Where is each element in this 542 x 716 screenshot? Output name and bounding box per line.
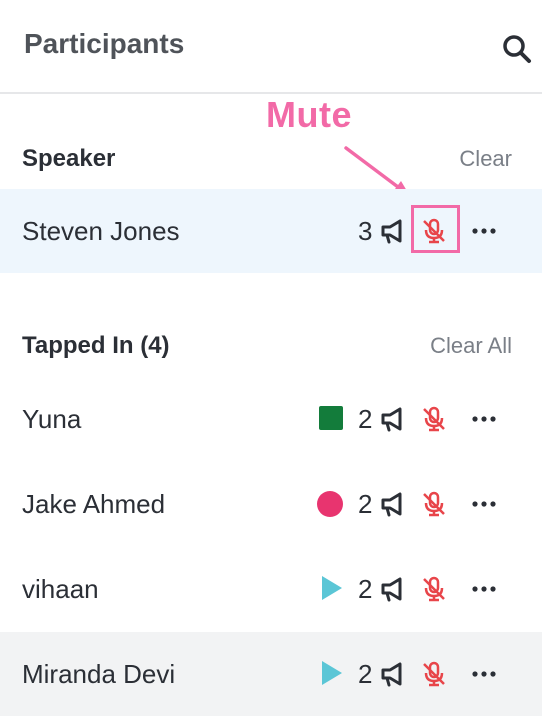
mic-muted-icon[interactable] [420, 575, 448, 603]
panel-title: Participants [24, 28, 185, 59]
more-options-icon[interactable] [470, 405, 498, 433]
megaphone-icon [381, 407, 402, 432]
teal-triangle-status-icon [322, 576, 342, 600]
hand-count: 2 [358, 574, 373, 604]
hand-count: 2 [358, 659, 373, 689]
teal-triangle-status-icon [322, 661, 342, 685]
participant-row[interactable]: Yuna 2 [0, 377, 542, 461]
clear-speaker-button[interactable]: Clear [459, 146, 512, 172]
more-options-icon[interactable] [470, 490, 498, 518]
clear-all-button[interactable]: Clear All [430, 333, 512, 359]
more-options-icon[interactable] [470, 660, 498, 688]
pink-circle-status-icon [317, 491, 343, 517]
mute-annotation-label: Mute [266, 94, 352, 135]
more-options-icon[interactable] [470, 217, 498, 245]
participant-name: Steven Jones [22, 216, 180, 246]
participant-name: Yuna [22, 404, 82, 434]
mic-muted-icon[interactable] [420, 490, 448, 518]
hand-count: 2 [358, 404, 373, 434]
megaphone-icon [381, 219, 402, 244]
green-square-status-icon [319, 406, 343, 430]
hand-count: 3 [358, 216, 373, 246]
speaker-row[interactable]: Steven Jones 3 [0, 189, 542, 273]
hand-count: 2 [358, 489, 373, 519]
more-options-icon[interactable] [470, 575, 498, 603]
megaphone-icon [381, 662, 402, 687]
participant-row[interactable]: Jake Ahmed 2 [0, 462, 542, 546]
speaker-section-title: Speaker [22, 145, 116, 172]
panel-header: Participants [0, 0, 542, 94]
megaphone-icon [381, 577, 402, 602]
participant-row[interactable]: Miranda Devi 2 [0, 632, 542, 716]
mute-highlight-box [411, 205, 460, 253]
participant-name: Jake Ahmed [22, 489, 166, 519]
mic-muted-icon[interactable] [420, 405, 448, 433]
megaphone-icon [381, 492, 402, 517]
participant-name: Miranda Devi [22, 659, 176, 689]
tapped-in-section-title: Tapped In (4) [22, 332, 170, 359]
participant-row[interactable]: vihaan 2 [0, 547, 542, 631]
search-icon[interactable] [500, 32, 534, 66]
mic-muted-icon[interactable] [420, 660, 448, 688]
participant-name: vihaan [22, 574, 99, 604]
